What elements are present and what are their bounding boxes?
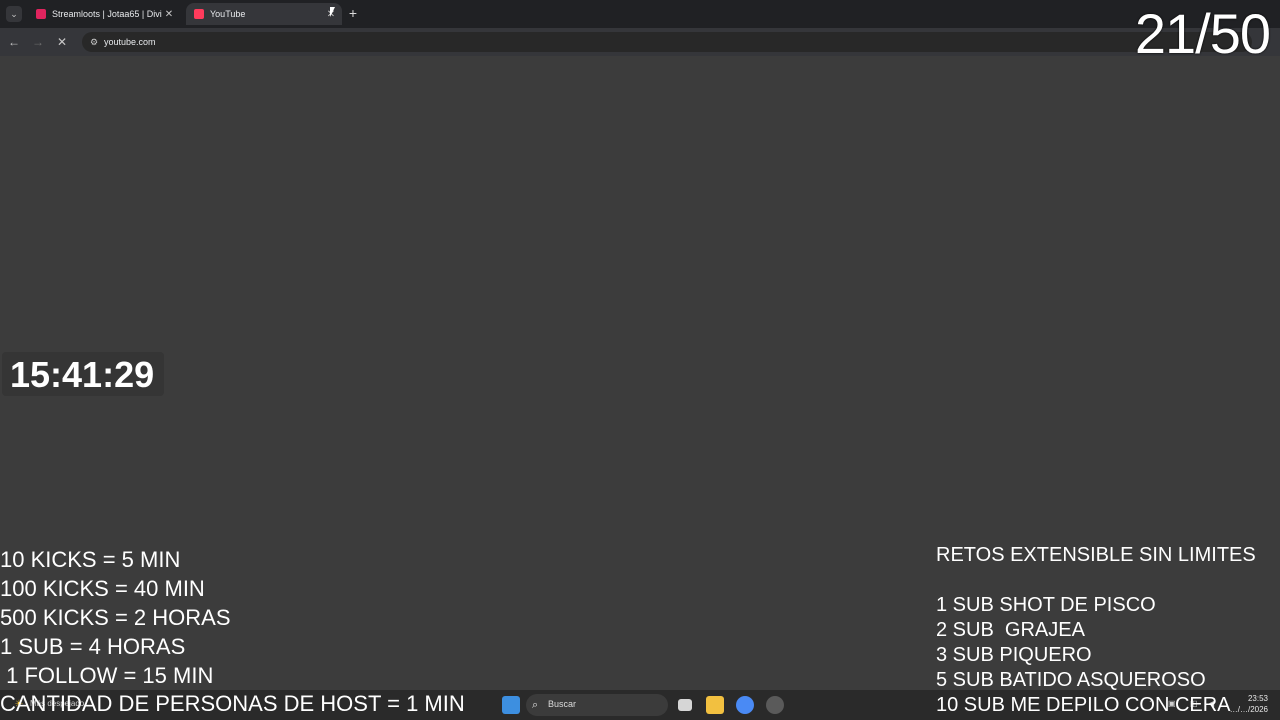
challenges-list: RETOS EXTENSIBLE SIN LIMITES 1 SUB SHOT … [936,543,1256,693]
site-info-icon[interactable]: ⚙ [88,36,100,48]
mouse-cursor-icon [330,7,335,17]
challenge-item: 1 SUB SHOT DE PISCO [936,594,1156,616]
timer-text: 15:41:29 [10,354,155,395]
taskbar-clock[interactable]: 23:53 …/…/2026 [1230,693,1268,715]
challenge-item: 10 SUB ME DEPILO CON CERA [936,694,1231,716]
url-text[interactable]: youtube.com [104,35,156,49]
youtube-favicon-icon [194,9,204,19]
search-icon: ⌕ [532,699,539,711]
rule-item: 500 KICKS = 2 HORAS [0,605,231,630]
tab-youtube[interactable]: YouTube ✕ [186,3,342,25]
file-explorer-icon[interactable] [706,696,724,714]
challenge-item: 2 SUB GRAJEA [936,619,1085,641]
challenges-title: RETOS EXTENSIBLE SIN LIMITES [936,544,1256,566]
tab-bar: ⌄ Streamloots | Jotaa65 | Diviérte ✕ You… [0,0,1280,28]
kick-rules-list: 10 KICKS = 5 MIN 100 KICKS = 40 MIN 500 … [0,545,231,690]
chrome-icon[interactable] [736,696,754,714]
address-bar[interactable]: ⚙ youtube.com [82,32,1252,52]
browser-toolbar: ← → ✕ ⚙ youtube.com [0,28,1280,56]
rule-item: 100 KICKS = 40 MIN [0,576,205,601]
clock-time: 23:53 [1247,694,1268,703]
tab-search-button[interactable]: ⌄ [6,6,22,22]
timer-box: 15:41:29 [2,352,164,396]
new-tab-button[interactable]: + [346,5,360,21]
start-icon[interactable] [502,696,520,714]
forward-arrow-icon[interactable]: → [30,34,46,50]
challenge-item: 3 SUB PIQUERO [936,644,1092,666]
host-rule: CANTIDAD DE PERSONAS DE HOST = 1 MIN [0,691,465,716]
task-view-icon[interactable] [678,699,692,711]
clock-date: …/…/2026 [1229,705,1268,714]
rule-item: 10 KICKS = 5 MIN [0,547,181,572]
stop-loading-icon[interactable]: ✕ [54,34,70,50]
rule-item: 1 SUB = 4 HORAS [0,634,186,659]
rule-item: 1 FOLLOW = 15 MIN [0,663,214,688]
back-arrow-icon[interactable]: ← [6,34,22,50]
tab-title: Streamloots | Jotaa65 | Diviérte [52,9,162,19]
tab-title: YouTube [210,9,246,19]
close-tab-icon[interactable]: ✕ [162,9,176,20]
taskbar-search[interactable]: ⌕ Buscar [526,694,668,716]
search-placeholder: Buscar [548,699,577,709]
streamloots-favicon-icon [36,9,46,19]
goal-counter: 21/50 [1134,2,1271,65]
tab-streamloots[interactable]: Streamloots | Jotaa65 | Diviérte ✕ [28,3,180,25]
app-icon[interactable] [766,696,784,714]
